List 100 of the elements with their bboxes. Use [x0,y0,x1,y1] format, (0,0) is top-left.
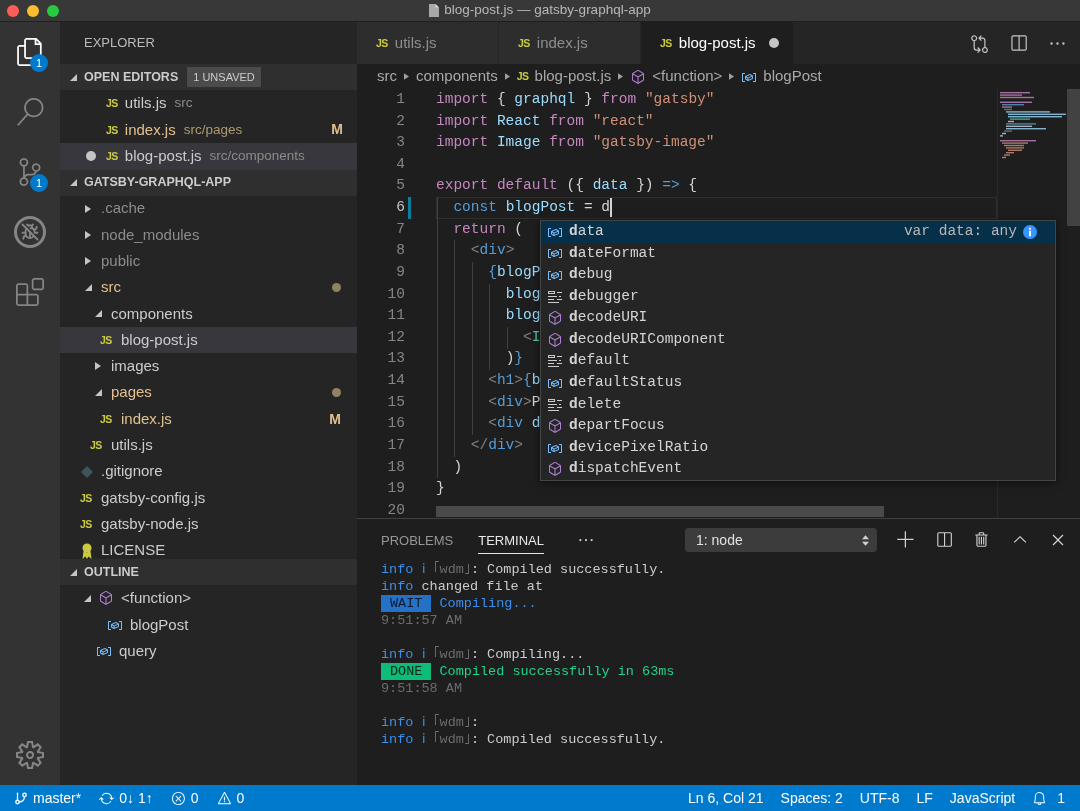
status-item[interactable]: 0 [170,787,199,809]
suggestion-item[interactable]: decodeURIComponent [541,328,1055,351]
terminal-line: Compiling... [439,595,537,612]
status-item[interactable]: LF [916,787,933,809]
breadcrumb-item[interactable]: blogPost [741,65,822,88]
collapsed-arrow-icon[interactable] [85,257,91,266]
search-icon [16,98,44,126]
breadcrumb-item[interactable]: JS blog-post.js [516,65,612,88]
suggestion-item[interactable]: dateFormat [541,242,1055,265]
suggestion-item[interactable]: departFocus [541,415,1055,437]
expanded-arrow-icon[interactable] [70,179,77,186]
file-item[interactable]: JS index.js M [60,405,357,433]
outline-item[interactable]: blogPost [60,611,357,638]
file-item[interactable]: LICENSE [60,537,357,559]
collapsed-arrow-icon[interactable] [85,204,91,213]
status-item[interactable]: master* [14,787,82,809]
split-editor-icon[interactable] [1009,33,1028,53]
panel-tab[interactable]: PROBLEMS [381,526,454,554]
js-file-icon: JS [80,492,92,504]
compare-icon[interactable] [970,33,989,53]
status-item[interactable]: 1 [1032,787,1065,809]
folder-item[interactable]: images [60,353,357,380]
status-item[interactable]: Spaces: 2 [780,787,843,809]
status-item[interactable]: 0 [216,787,245,809]
status-item[interactable]: UTF-8 [859,787,900,809]
js-file-icon: JS [516,71,529,82]
terminal-dropdown[interactable]: 1: node [685,528,877,552]
error-icon [170,790,186,806]
file-item[interactable]: JS utils.js [60,432,357,459]
modified-dot-icon [332,388,341,398]
trash-icon[interactable] [973,531,991,549]
expanded-arrow-icon[interactable] [85,284,92,292]
suggestion-item[interactable]: delete [541,393,1055,416]
maximize-window-icon[interactable] [47,4,59,17]
file-item[interactable]: .gitignore [60,458,357,485]
expanded-arrow-icon[interactable] [70,73,77,81]
cube-symbol-icon [547,461,563,478]
settings-icon [16,741,44,769]
suggestion-item[interactable]: debug [541,264,1055,286]
count-badge: 1 [30,54,48,72]
split-icon[interactable] [935,531,953,549]
section-header[interactable]: OUTLINE [60,559,357,585]
outline-item[interactable]: query [60,638,357,665]
editor-tab[interactable]: JS blog-post.js [641,22,794,64]
expanded-arrow-icon[interactable] [84,594,91,602]
suggestion-item[interactable]: debugger [541,285,1055,308]
line-number: 12 [386,327,405,347]
info-icon[interactable] [1023,224,1037,239]
code-line: ) [453,457,463,477]
unsaved-dot-icon[interactable] [768,38,779,48]
status-item[interactable]: Ln 6, Col 21 [688,787,764,809]
plus-icon[interactable] [896,530,916,550]
open-editor-item[interactable]: JS index.js src/pages M [60,116,357,143]
suggestion-item[interactable]: decodeURI [541,307,1055,329]
folder-item[interactable]: public [60,248,357,275]
suggestion-item[interactable]: devicePixelRatio [541,436,1055,459]
breadcrumb-item[interactable]: <function> [630,65,723,88]
code-line: )} [505,349,524,369]
source-control-view-button[interactable]: 1 [0,142,60,202]
line-number: 1 [395,89,405,109]
open-editor-item[interactable]: JS blog-post.js src/components [60,143,357,170]
suggestion-item[interactable]: dispatchEvent [541,458,1055,481]
open-editor-item[interactable]: JS utils.js src [60,90,357,117]
files-icon [16,38,44,66]
code-line: {blogP [488,262,541,282]
file-item[interactable]: JS blog-post.js [60,327,357,354]
file-item[interactable]: JS gatsby-node.js [60,511,357,538]
line-number: 20 [386,500,405,518]
section-header[interactable]: OPEN EDITORS 1 UNSAVED [60,64,357,90]
breadcrumb-item[interactable]: components [416,65,498,88]
terminal-line: info ℹ ｢wdm｣: Compiling... [381,646,585,663]
vertical-scrollbar-thumb[interactable] [1067,89,1080,226]
folder-item[interactable]: node_modules [60,221,357,249]
expanded-arrow-icon[interactable] [95,310,102,318]
collapsed-arrow-icon[interactable] [95,362,101,371]
folder-item[interactable]: .cache [60,195,357,222]
explorer-view-button[interactable]: 1 [0,22,60,82]
panel-tab[interactable]: TERMINAL [478,526,544,554]
suggestion-item[interactable]: default [541,350,1055,373]
js-file-icon: JS [518,37,530,49]
code-line: </div> [470,435,524,455]
section-header[interactable]: GATSBY-GRAPHQL-APP [60,169,357,196]
outline-item[interactable]: <function> [60,585,357,612]
expanded-arrow-icon[interactable] [95,389,102,397]
editor-tab[interactable]: JS utils.js [357,22,499,64]
suggestion-item[interactable]: data var data: any [541,221,1055,243]
folder-item[interactable]: components [60,300,357,327]
cube-symbol-icon [547,418,563,435]
status-item[interactable]: 0↓ 1↑ [99,787,153,809]
file-item[interactable]: JS gatsby-config.js [60,484,357,512]
close-window-icon[interactable] [7,4,19,17]
folder-item[interactable]: src [60,274,357,301]
expanded-arrow-icon[interactable] [70,568,77,576]
status-item[interactable]: JavaScript [949,787,1016,809]
breadcrumb-item[interactable]: src [377,65,397,88]
collapsed-arrow-icon[interactable] [85,230,91,239]
folder-item[interactable]: pages [60,379,357,406]
editor-tab[interactable]: JS index.js [499,22,641,64]
suggestion-item[interactable]: defaultStatus [541,372,1055,394]
minimize-window-icon[interactable] [27,4,39,17]
